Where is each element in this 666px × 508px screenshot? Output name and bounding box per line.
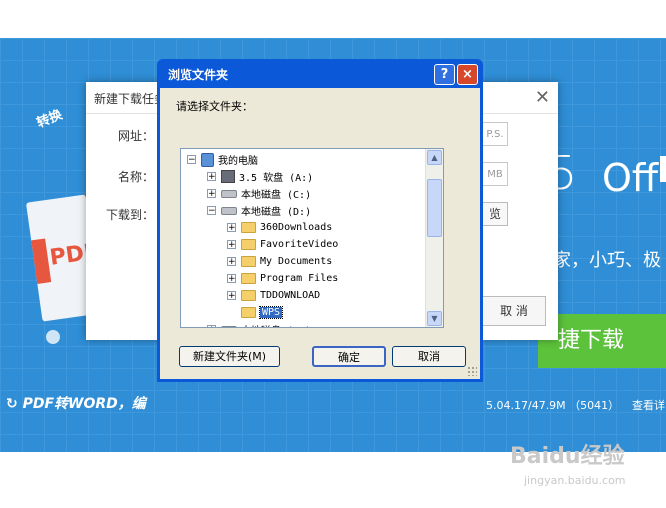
download-dialog-title: 新建下载任务 <box>94 92 167 106</box>
browse-dialog-titlebar[interactable]: 浏览文件夹 ? × <box>160 59 480 88</box>
collapse-icon[interactable]: − <box>187 155 196 165</box>
tree-node-label: 360Downloads <box>260 222 333 233</box>
expand-icon[interactable]: + <box>227 257 236 267</box>
ok-button[interactable]: 确定 <box>312 346 386 367</box>
tree-node-label: 我的电脑 <box>218 156 258 167</box>
save-to-label: 下载到： <box>106 208 155 222</box>
name-label: 名称： <box>118 170 155 184</box>
tree-node[interactable]: +3.5 软盘 (A:) <box>207 168 313 185</box>
view-details-link[interactable]: 查看详 <box>632 397 665 413</box>
expand-icon[interactable]: + <box>227 291 236 301</box>
folder-icon <box>241 222 256 233</box>
url-field[interactable]: P.S. <box>482 122 508 146</box>
folder-icon <box>241 307 256 318</box>
expand-icon[interactable]: + <box>207 325 216 327</box>
headline-word: Off <box>602 156 659 200</box>
folder-tree[interactable]: − 我的电脑 +3.5 软盘 (A:) + 本地磁盘 (C:) − 本地磁盘 (D:) +36… <box>180 148 444 328</box>
cancel-download-button[interactable]: 取 消 <box>482 296 546 326</box>
computer-icon <box>201 152 214 167</box>
folder-icon <box>241 290 256 301</box>
browse-dialog-title: 浏览文件夹 <box>168 68 229 82</box>
help-button[interactable]: ? <box>434 64 455 85</box>
scroll-up-icon[interactable]: ▲ <box>427 150 442 165</box>
tree-node[interactable]: + 本地磁盘 (C:) <box>207 185 311 202</box>
tree-node-label: 本地磁盘 (C:) <box>241 190 312 201</box>
folder-icon <box>241 256 256 267</box>
tree-node[interactable]: − 本地磁盘 (D:) <box>207 202 311 219</box>
tree-node-label: FavoriteVideo <box>260 239 339 250</box>
tree-node[interactable]: + My Documents <box>227 253 332 270</box>
drive-icon <box>221 206 237 215</box>
browse-dialog-body: 请选择文件夹： − 我的电脑 +3.5 软盘 (A:) + 本地磁盘 (C:) − 本地磁盘… <box>160 88 480 379</box>
floppy-icon <box>221 170 235 183</box>
tree-node[interactable]: − 我的电脑 <box>187 151 258 168</box>
tree-node[interactable]: + FavoriteVideo <box>227 236 338 253</box>
baidu-watermark-site: jingyan.baidu.com <box>524 474 626 487</box>
browse-button[interactable]: 览 <box>482 202 508 226</box>
tree-node[interactable]: + Program Files <box>227 270 338 287</box>
browse-folder-dialog: 浏览文件夹 ? × 请选择文件夹： − 我的电脑 +3.5 软盘 (A:) + 本地磁盘… <box>157 59 483 382</box>
pdf-to-word-text: ↻ PDF转WORD，编 <box>6 396 146 412</box>
tree-node-label: WPS <box>258 306 284 319</box>
pdf-to-word-label: PDF转WORD，编 <box>22 396 146 412</box>
url-label: 网址： <box>118 129 155 143</box>
expand-icon[interactable]: + <box>207 172 216 182</box>
expand-icon[interactable]: + <box>227 240 236 250</box>
size-field[interactable]: MB <box>482 162 508 186</box>
close-icon[interactable]: ✕ <box>535 87 550 108</box>
drive-icon <box>221 189 237 198</box>
expand-icon[interactable]: + <box>227 274 236 284</box>
tree-node[interactable]: + TDDOWNLOAD <box>227 287 320 304</box>
close-button[interactable]: × <box>457 64 478 85</box>
scroll-thumb[interactable] <box>427 179 442 237</box>
headline-bar <box>660 156 666 182</box>
slogan-text: 家，小巧、极 <box>553 250 661 271</box>
top-navigation <box>0 0 666 38</box>
tree-node[interactable]: WPS <box>227 304 284 321</box>
tree-node-label: TDDOWNLOAD <box>260 290 321 301</box>
pie-chart-icon <box>46 330 60 344</box>
folder-prompt: 请选择文件夹： <box>176 100 253 113</box>
tree-node-label: My Documents <box>260 256 333 267</box>
drive-icon <box>221 325 237 327</box>
expand-icon[interactable]: + <box>207 189 216 199</box>
tree-node-label: 3.5 软盘 (A:) <box>239 173 314 184</box>
tree-node-label: 本地磁盘 (D:) <box>241 207 312 218</box>
scroll-down-icon[interactable]: ▼ <box>427 311 442 326</box>
cancel-button[interactable]: 取消 <box>392 346 466 367</box>
tree-node[interactable]: + 本地磁盘 (E:) <box>207 321 311 327</box>
baidu-watermark: Baidu经验 <box>510 444 625 469</box>
tree-node-label: Program Files <box>260 273 339 284</box>
tree-node[interactable]: +360Downloads <box>227 219 332 236</box>
tree-node-label: 本地磁盘 (E:) <box>241 322 311 327</box>
folder-icon <box>241 239 256 250</box>
resize-grip-icon[interactable] <box>467 366 477 376</box>
folder-icon <box>241 273 256 284</box>
collapse-icon[interactable]: − <box>207 206 216 216</box>
tree-scrollbar[interactable]: ▲ ▼ <box>425 149 443 327</box>
version-info: 5.04.17/47.9M （5041） <box>486 399 620 412</box>
new-folder-button[interactable]: 新建文件夹(M) <box>179 346 280 367</box>
expand-icon[interactable]: + <box>227 223 236 233</box>
